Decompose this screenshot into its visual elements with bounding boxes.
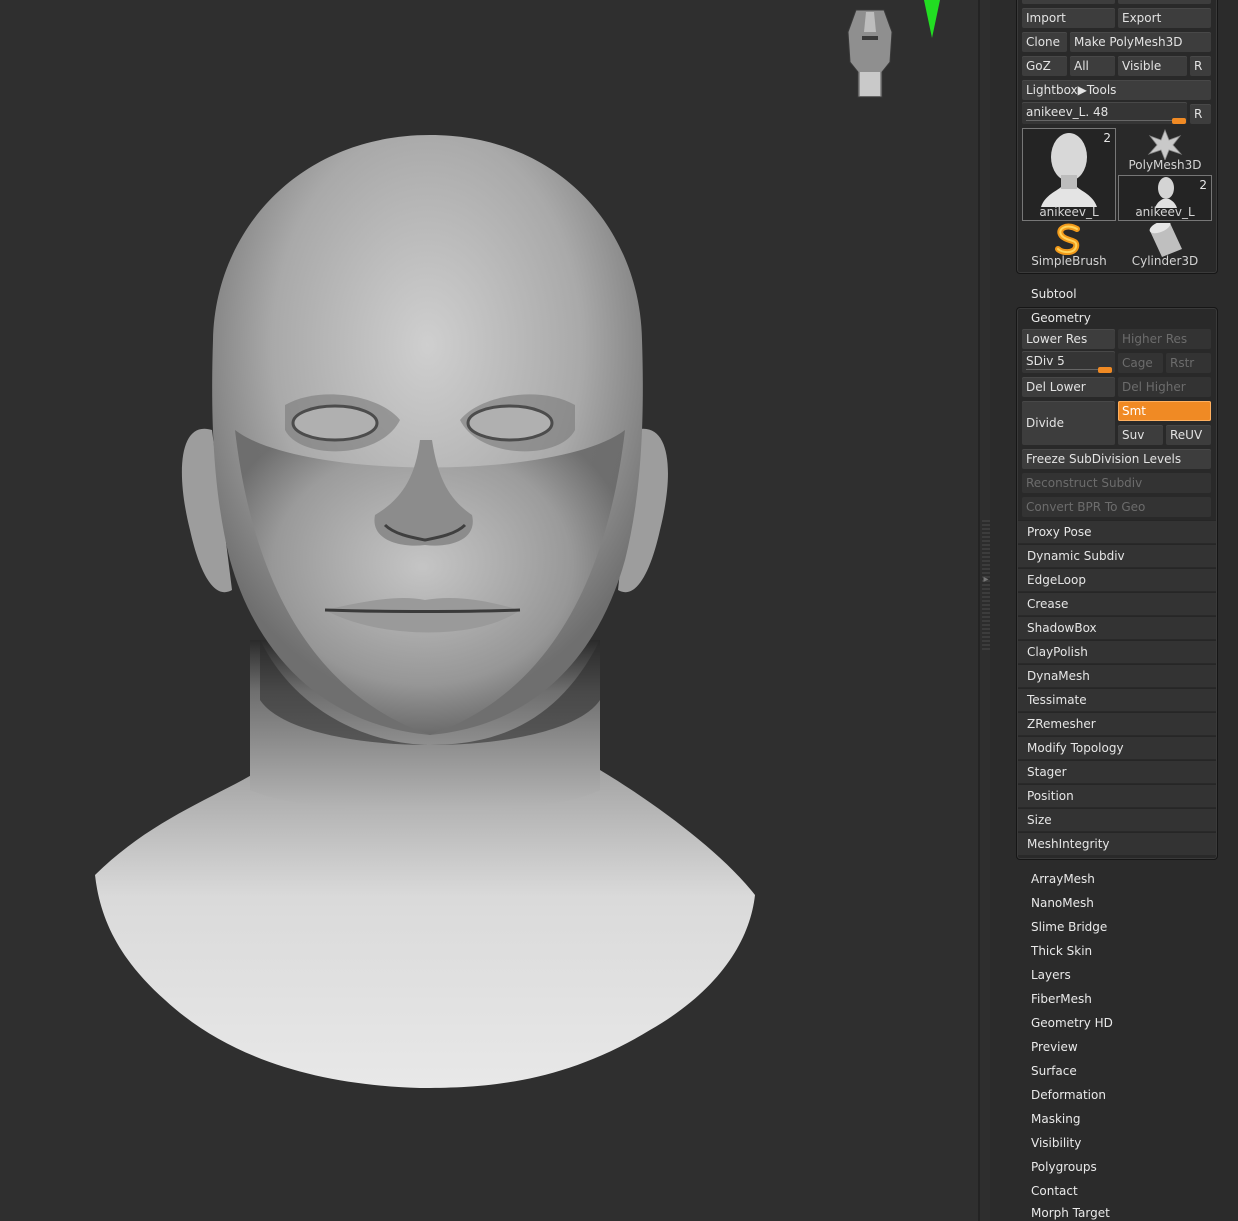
simplebrush-icon (1055, 223, 1080, 256)
reuv-button[interactable]: ReUV (1166, 425, 1211, 445)
tool-thumb-anikeev-small[interactable]: 2 anikeev_L (1118, 175, 1212, 221)
menu-deformation[interactable]: Deformation (1031, 1087, 1106, 1103)
zremesher-subpalette[interactable]: ZRemesher (1018, 712, 1216, 735)
higher-res-button[interactable]: Higher Res (1118, 329, 1211, 349)
current-tool-slider[interactable]: anikeev_L. 48 (1022, 102, 1187, 124)
tool-thumb-simplebrush[interactable]: SimpleBrush (1022, 223, 1116, 269)
polymesh-star-icon (1147, 128, 1183, 162)
import-button[interactable]: Import (1022, 8, 1115, 28)
edgeloop-subpalette[interactable]: EdgeLoop (1018, 568, 1216, 591)
slider-knob[interactable] (1098, 367, 1112, 373)
modify-topology-subpalette[interactable]: Modify Topology (1018, 736, 1216, 759)
reconstruct-subdiv-button[interactable]: Reconstruct Subdiv (1022, 473, 1211, 493)
slider-track (1026, 120, 1177, 121)
head-bust-icon (1041, 133, 1097, 207)
rstr-button[interactable]: Rstr (1166, 353, 1211, 373)
proxy-pose-subpalette[interactable]: Proxy Pose (1018, 520, 1216, 543)
slider-knob[interactable] (1172, 118, 1186, 124)
menu-morph-target[interactable]: Morph Target (1031, 1205, 1110, 1221)
menu-surface[interactable]: Surface (1031, 1063, 1077, 1079)
menu-arraymesh[interactable]: ArrayMesh (1031, 871, 1095, 887)
goz-visible-button[interactable]: Visible (1118, 56, 1187, 76)
tool-thumb-label: PolyMesh3D (1128, 158, 1202, 172)
dynamesh-subpalette[interactable]: DynaMesh (1018, 664, 1216, 687)
convert-bpr-button[interactable]: Convert BPR To Geo (1022, 497, 1211, 517)
goz-r-button[interactable]: R (1190, 56, 1211, 76)
tool-thumb-label: SimpleBrush (1031, 254, 1107, 268)
menu-slime-bridge[interactable]: Slime Bridge (1031, 919, 1107, 935)
dynamic-subdiv-subpalette[interactable]: Dynamic Subdiv (1018, 544, 1216, 567)
menu-thick-skin[interactable]: Thick Skin (1031, 943, 1092, 959)
menu-contact[interactable]: Contact (1031, 1183, 1078, 1199)
load-tool-button[interactable] (1022, 0, 1115, 4)
menu-nanomesh[interactable]: NanoMesh (1031, 895, 1094, 911)
tool-thumb-count: 2 (1199, 178, 1207, 192)
sdiv-slider[interactable]: SDiv 5 (1022, 351, 1115, 373)
lightbox-tools-button[interactable]: Lightbox▶Tools (1022, 80, 1211, 100)
tool-thumb-anikeev-large[interactable]: 2 anikeev_L (1022, 128, 1116, 221)
viewport-canvas[interactable] (0, 0, 978, 1221)
collapse-arrow-icon[interactable]: ▸ (982, 574, 990, 598)
save-as-button[interactable] (1118, 0, 1211, 4)
del-lower-button[interactable]: Del Lower (1022, 377, 1115, 397)
menu-preview[interactable]: Preview (1031, 1039, 1078, 1055)
del-higher-button[interactable]: Del Higher (1118, 377, 1211, 397)
make-polymesh-button[interactable]: Make PolyMesh3D (1070, 32, 1211, 52)
menu-polygroups[interactable]: Polygroups (1031, 1159, 1097, 1175)
menu-layers[interactable]: Layers (1031, 967, 1071, 983)
export-button[interactable]: Export (1118, 8, 1211, 28)
tool-r-button[interactable]: R (1190, 104, 1211, 124)
cylinder-icon (1149, 220, 1182, 257)
tessimate-subpalette[interactable]: Tessimate (1018, 688, 1216, 711)
menu-fibermesh[interactable]: FiberMesh (1031, 991, 1092, 1007)
subtool-menu[interactable]: Subtool (1031, 286, 1077, 302)
divide-button[interactable]: Divide (1022, 401, 1115, 445)
navigation-head-widget[interactable] (842, 2, 898, 102)
crease-subpalette[interactable]: Crease (1018, 592, 1216, 615)
cage-button[interactable]: Cage (1118, 353, 1163, 373)
slider-track (1026, 369, 1105, 370)
suv-toggle[interactable]: Suv (1118, 425, 1163, 445)
menu-visibility[interactable]: Visibility (1031, 1135, 1081, 1151)
geometry-title[interactable]: Geometry (1031, 310, 1091, 326)
sdiv-label: SDiv 5 (1026, 354, 1065, 368)
goz-all-button[interactable]: All (1070, 56, 1115, 76)
size-subpalette[interactable]: Size (1018, 808, 1216, 831)
current-tool-label: anikeev_L. 48 (1026, 105, 1109, 119)
sculpted-head-model[interactable] (0, 0, 978, 1221)
shadowbox-subpalette[interactable]: ShadowBox (1018, 616, 1216, 639)
panel-divider (978, 0, 980, 1221)
freeze-subdivision-button[interactable]: Freeze SubDivision Levels (1022, 449, 1211, 469)
menu-masking[interactable]: Masking (1031, 1111, 1080, 1127)
tool-thumb-polymesh3d[interactable]: PolyMesh3D (1118, 128, 1212, 173)
stager-subpalette[interactable]: Stager (1018, 760, 1216, 783)
tool-thumb-label: anikeev_L (1039, 205, 1099, 219)
goz-button[interactable]: GoZ (1022, 56, 1067, 76)
position-subpalette[interactable]: Position (1018, 784, 1216, 807)
y-axis-indicator-icon (924, 0, 940, 38)
head-bust-small-icon (1155, 177, 1177, 208)
tool-thumb-label: Cylinder3D (1131, 254, 1199, 268)
clone-button[interactable]: Clone (1022, 32, 1067, 52)
menu-geometry-hd[interactable]: Geometry HD (1031, 1015, 1113, 1031)
tool-thumb-cylinder3d[interactable]: Cylinder3D (1118, 220, 1212, 269)
smt-toggle[interactable]: Smt (1118, 401, 1211, 421)
tool-thumb-label: anikeev_L (1135, 205, 1195, 219)
claypolish-subpalette[interactable]: ClayPolish (1018, 640, 1216, 663)
tool-thumb-count: 2 (1103, 131, 1111, 145)
lower-res-button[interactable]: Lower Res (1022, 329, 1115, 349)
meshintegrity-subpalette[interactable]: MeshIntegrity (1018, 832, 1216, 855)
